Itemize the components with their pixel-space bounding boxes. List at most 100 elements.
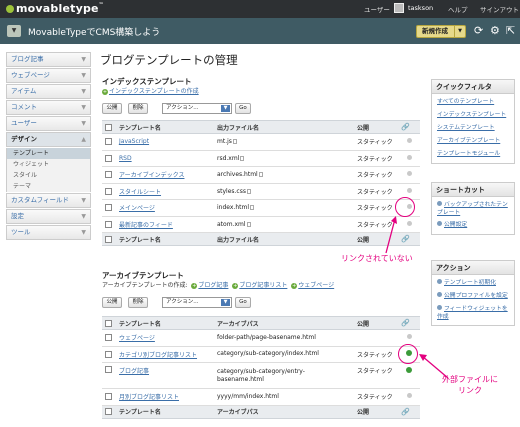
chevron-up-icon: ▲ xyxy=(81,136,86,143)
chevron-down-icon: ▼ xyxy=(81,104,86,111)
movabletype-logo[interactable]: movabletype™ xyxy=(6,2,104,15)
row-checkbox[interactable] xyxy=(105,154,112,162)
template-name-link[interactable]: カテゴリ別ブログ記事リスト xyxy=(116,346,214,363)
go-button[interactable]: Go xyxy=(235,103,251,114)
row-checkbox[interactable] xyxy=(105,366,112,373)
template-name-link[interactable]: メインページ xyxy=(116,199,214,217)
sidebar-item-assets[interactable]: アイテム ▼ xyxy=(6,84,91,99)
template-name-link[interactable]: 月別ブログ記事リスト xyxy=(116,388,214,406)
select-all-checkbox[interactable] xyxy=(105,123,112,131)
row-checkbox[interactable] xyxy=(105,171,112,179)
publish-button[interactable]: 公開 xyxy=(102,103,122,114)
gear-icon[interactable]: ⚙ xyxy=(490,24,500,37)
publish-settings-link[interactable]: 公開設定 xyxy=(432,219,514,232)
file-icon xyxy=(250,205,254,211)
sidebar-item-tools[interactable]: ツール ▼ xyxy=(6,225,91,240)
row-checkbox[interactable] xyxy=(105,393,112,401)
template-name-link[interactable]: ブログ記事 xyxy=(116,362,214,389)
action-select[interactable]: アクション... ▼ xyxy=(162,297,232,308)
sidebar-item-webpages[interactable]: ウェブページ ▼ xyxy=(6,68,91,83)
output-file: index.html xyxy=(217,204,249,212)
chevron-down-icon[interactable]: ▼ xyxy=(454,26,465,37)
action-select[interactable]: アクション... ▼ xyxy=(162,103,232,114)
sidebar-item-entries[interactable]: ブログ記事 ▼ xyxy=(6,52,91,67)
table-row: アーカイブインデックス archives.html スタティック xyxy=(102,166,420,184)
row-checkbox[interactable] xyxy=(105,220,112,228)
not-linked-status-icon xyxy=(406,220,412,226)
create-entry-archive-link[interactable]: + ブログ記事 xyxy=(191,282,228,289)
select-all-checkbox[interactable] xyxy=(105,319,112,327)
file-icon xyxy=(240,155,245,161)
filter-all-templates-link[interactable]: すべてのテンプレート xyxy=(432,96,514,109)
quick-filter-panel: クイックフィルタ すべてのテンプレート インデックステンプレート システムテンプ… xyxy=(431,79,515,164)
filter-archive-templates-link[interactable]: アーカイブテンプレート xyxy=(432,135,514,148)
filter-system-templates-link[interactable]: システムテンプレート xyxy=(432,122,514,135)
blog-selector-button[interactable]: ▼ xyxy=(7,25,21,37)
chevron-down-icon: ▼ xyxy=(81,213,86,220)
new-entry-button[interactable]: 新規作成 ▼ xyxy=(416,25,466,38)
table-row: ブログ記事 category/sub-category/entry-basenam… xyxy=(102,362,420,389)
avatar[interactable] xyxy=(394,3,404,13)
sidebar-item-comments[interactable]: コメント ▼ xyxy=(6,100,91,115)
sidebar-subitem-widgets[interactable]: ウィジェット xyxy=(6,159,91,170)
column-header-output-file[interactable]: 出力ファイル名 xyxy=(214,120,354,134)
reset-templates-link[interactable]: テンプレート初期化 xyxy=(432,277,514,290)
template-name-link[interactable]: RSD xyxy=(116,150,214,167)
go-button[interactable]: Go xyxy=(235,297,251,308)
column-header-name[interactable]: テンプレート名 xyxy=(116,316,214,330)
help-link[interactable]: ヘルプ xyxy=(448,4,468,14)
blog-name[interactable]: MovableTypeでCMS構築しよう xyxy=(28,25,160,38)
row-checkbox[interactable] xyxy=(105,350,112,358)
link-icon: 🔗 xyxy=(401,319,410,327)
feed-icon xyxy=(437,305,442,310)
refresh-icon[interactable]: ⟳ xyxy=(474,24,483,37)
chevron-down-icon: ▼ xyxy=(81,229,86,236)
table-row: 月別ブログ記事リスト yyyy/mm/index.html スタティック xyxy=(102,388,420,406)
delete-button[interactable]: 削除 xyxy=(128,103,148,114)
output-file: archives.html xyxy=(217,171,258,179)
row-checkbox[interactable] xyxy=(105,138,112,146)
template-name-link[interactable]: JavaScript xyxy=(116,133,214,151)
row-checkbox[interactable] xyxy=(105,334,112,342)
row-checkbox[interactable] xyxy=(105,187,112,195)
filter-template-modules-link[interactable]: テンプレートモジュール xyxy=(432,148,514,161)
create-index-template-link[interactable]: + インデックステンプレートの作成 xyxy=(102,86,199,95)
publish-profile-link[interactable]: 公開プロファイルを設定 xyxy=(432,290,514,303)
sidebar-item-users[interactable]: ユーザー ▼ xyxy=(6,116,91,131)
column-header-publish[interactable]: 公開 xyxy=(354,316,398,330)
archive-create-row: アーカイブテンプレートの作成: + ブログ記事 + ブログ記事リスト + ウェブページ xyxy=(102,282,335,289)
delete-button[interactable]: 削除 xyxy=(128,297,148,308)
column-header-publish[interactable]: 公開 xyxy=(354,120,398,134)
sidebar-item-design[interactable]: デザイン ▲ xyxy=(6,132,91,147)
archive-templates-table: テンプレート名 アーカイブパス 公開 🔗 ウェブページ folder-path/p… xyxy=(102,316,420,419)
column-header-archive-path[interactable]: アーカイブパス xyxy=(214,316,354,330)
template-name-link[interactable]: ウェブページ xyxy=(116,329,214,347)
create-page-archive-link[interactable]: + ウェブページ xyxy=(291,282,334,289)
sidebar-item-custom-fields[interactable]: カスタムフィールド ▼ xyxy=(6,193,91,208)
plus-icon: + xyxy=(232,283,239,289)
page-title: ブログテンプレートの管理 xyxy=(100,53,238,67)
signout-link[interactable]: サインアウト xyxy=(480,4,519,14)
file-icon xyxy=(246,221,251,227)
publish-button[interactable]: 公開 xyxy=(102,297,122,308)
sidebar-subitem-styles[interactable]: スタイル xyxy=(6,170,91,181)
template-name-link[interactable]: スタイルシート xyxy=(116,183,214,200)
sidebar-subitem-templates[interactable]: テンプレート xyxy=(6,148,91,159)
column-footer-output-file: 出力ファイル名 xyxy=(214,232,354,246)
sidebar-item-settings[interactable]: 設定 ▼ xyxy=(6,209,91,224)
sidebar-subitem-themes[interactable]: テーマ xyxy=(6,181,91,192)
username-link[interactable]: taskson xyxy=(408,4,433,12)
view-site-icon[interactable]: ⇱ xyxy=(506,24,515,37)
row-checkbox[interactable] xyxy=(105,204,112,212)
linked-status-icon xyxy=(406,367,412,373)
create-feed-widget-link[interactable]: フィードウィジェットを作成 xyxy=(432,303,514,323)
template-name-link[interactable]: アーカイブインデックス xyxy=(116,166,214,184)
template-name-link[interactable]: 最新記事のフィード xyxy=(116,216,214,233)
create-entry-list-archive-link[interactable]: + ブログ記事リスト xyxy=(232,282,287,289)
backup-templates-link[interactable]: バックアップされたテンプレート xyxy=(432,199,514,219)
table-row: スタイルシート styles.css スタティック xyxy=(102,183,420,200)
filter-index-templates-link[interactable]: インデックステンプレート xyxy=(432,109,514,122)
select-all-checkbox[interactable] xyxy=(105,235,112,243)
select-all-checkbox[interactable] xyxy=(105,408,112,415)
column-header-name[interactable]: テンプレート名 xyxy=(116,120,214,134)
